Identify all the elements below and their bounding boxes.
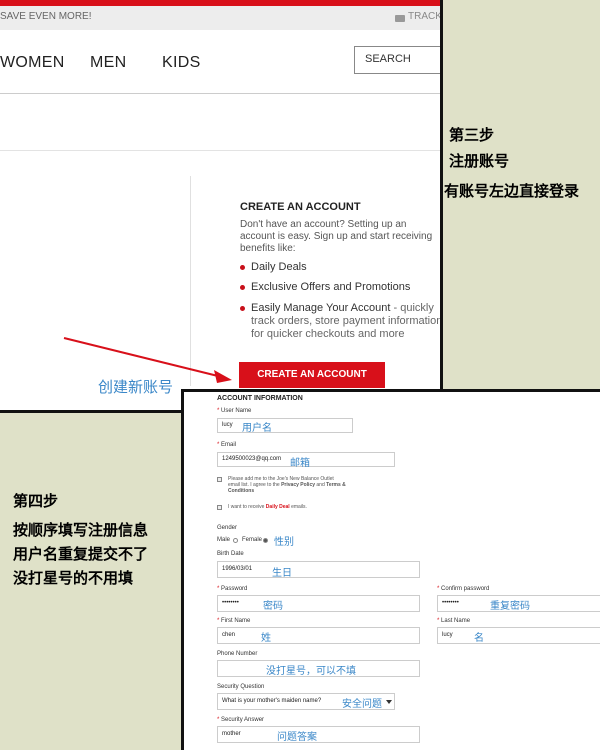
daily-deal-text: I want to receive Daily Deal emails. — [228, 504, 307, 510]
section-title: ACCOUNT INFORMATION — [217, 395, 303, 402]
email-label: * Email — [217, 442, 237, 448]
phone-label: Phone Number — [217, 651, 258, 657]
birth-date-input[interactable]: 1996/03/01 — [217, 561, 420, 578]
first-name-label: * First Name — [217, 618, 251, 624]
user-name-input[interactable]: lucy — [217, 418, 353, 433]
arrow-icon — [63, 337, 232, 383]
gender-female: Female — [242, 537, 263, 543]
newsletter-checkbox[interactable] — [217, 477, 222, 482]
annotation-create-account: 创建新账号 — [98, 379, 174, 396]
last-name-label: * Last Name — [437, 618, 471, 624]
male-radio[interactable] — [233, 538, 238, 543]
user-name-label: * User Name — [217, 408, 252, 414]
annotation-security-question: 安全问题 — [342, 699, 382, 710]
confirm-password-label: * Confirm password — [437, 586, 490, 592]
birth-date-label: Birth Date — [217, 551, 244, 557]
website-screenshot: SAVE EVEN MORE! TRACK WOMEN MEN KIDS SEA… — [0, 0, 443, 413]
step3-hint: 有账号左边直接登录 — [444, 183, 580, 200]
annotation-last-name: 名 — [474, 633, 484, 644]
security-answer-input[interactable]: mother — [217, 726, 420, 743]
step4-line: 用户名重复提交不了 — [13, 546, 149, 563]
female-radio[interactable] — [263, 538, 268, 543]
annotation-phone: 没打星号，可以不填 — [266, 666, 356, 677]
annotation-email: 邮箱 — [290, 458, 310, 469]
security-question-label: Security Question — [217, 684, 265, 690]
step4-line: 没打星号的不用填 — [13, 570, 134, 587]
gender-label: Gender — [217, 525, 238, 531]
step3-subtitle: 注册账号 — [449, 153, 510, 170]
step4-title: 第四步 — [13, 493, 59, 510]
gender-male: Male — [217, 537, 231, 543]
daily-deal-checkbox[interactable] — [217, 505, 222, 510]
step4-line: 按顺序填写注册信息 — [13, 522, 149, 539]
step3-title: 第三步 — [449, 127, 495, 144]
password-label: * Password — [217, 586, 248, 592]
annotation-gender: 性别 — [274, 537, 294, 548]
registration-form-screenshot: ACCOUNT INFORMATION * User Name lucy 用户名… — [181, 389, 600, 750]
annotation-security-answer: 问题答案 — [277, 732, 317, 743]
annotation-first-name: 姓 — [261, 633, 271, 644]
annotation-password: 密码 — [263, 601, 283, 612]
newsletter-text: Please add me to the Joe's New Balance O… — [228, 476, 346, 494]
password-input[interactable]: •••••••• — [217, 595, 420, 612]
first-name-input[interactable]: chen — [217, 627, 420, 644]
security-answer-label: * Security Answer — [217, 717, 265, 723]
annotation-confirm-password: 重复密码 — [490, 601, 530, 612]
chevron-down-icon[interactable] — [386, 700, 392, 704]
annotation-user-name: 用户名 — [242, 423, 272, 434]
last-name-input[interactable]: lucy — [437, 627, 600, 644]
annotation-birth-date: 生日 — [272, 568, 292, 579]
